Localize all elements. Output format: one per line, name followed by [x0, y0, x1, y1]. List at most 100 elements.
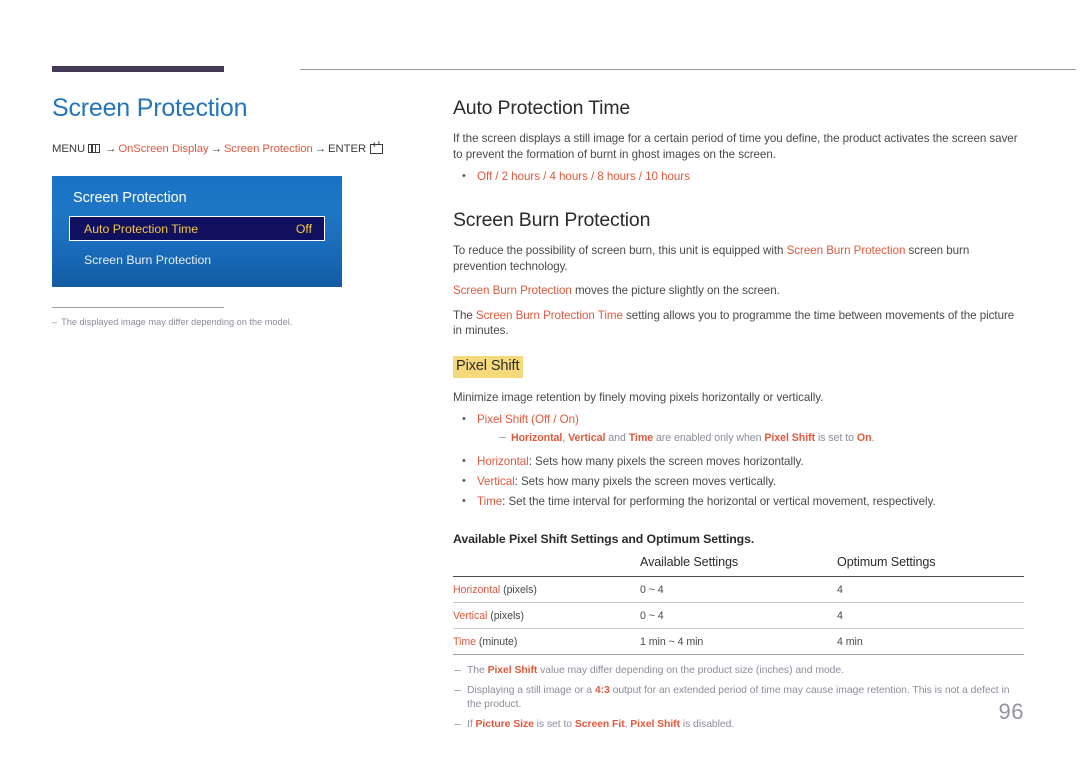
tn3-term-2: Screen Fit [574, 718, 625, 730]
ps-b3-term: Vertical [477, 475, 515, 488]
table-cell-label: Horizontal (pixels) [453, 576, 640, 603]
burn-protection-paragraph-2: Screen Burn Protection moves the picture… [453, 283, 1024, 299]
table-cell-optimum: 4 [837, 576, 1024, 603]
ps-b2-term: Horizontal [477, 455, 529, 468]
pixel-shift-settings-table: Available Settings Optimum Settings Hori… [453, 555, 1024, 655]
row-term: Time [453, 636, 476, 648]
page-title: Screen Protection [52, 94, 248, 122]
list-item: Vertical: Sets how many pixels the scree… [453, 473, 1024, 490]
ps-sub-t2: Vertical [568, 432, 606, 444]
bp-p3-a: The [453, 308, 476, 322]
left-footnote-dash: – [52, 317, 58, 327]
osd-row-screen-burn-protection[interactable]: Screen Burn Protection [69, 247, 325, 272]
osd-row-label: Screen Burn Protection [84, 252, 212, 267]
tn1-a: The [467, 665, 488, 676]
breadcrumb-arrow-3: → [314, 143, 327, 155]
bp-p1-a: To reduce the possibility of screen burn… [453, 244, 787, 257]
tail-note-3: If Picture Size is set to Screen Fit, Pi… [453, 718, 1024, 733]
list-item: Off / 2 hours / 4 hours / 8 hours / 10 h… [453, 168, 1024, 185]
table-row: Horizontal (pixels) 0 ~ 4 4 [453, 576, 1024, 603]
list-item: Time: Set the time interval for performi… [453, 493, 1024, 510]
table-head: Available Settings Optimum Settings [453, 555, 1024, 577]
table-cell-available: 0 ~ 4 [640, 576, 837, 603]
tail-note-2: Displaying a still image or a 4:3 output… [453, 684, 1024, 713]
breadcrumb-menu-label: MENU [52, 143, 86, 155]
ps-b4-text: : Set the time interval for performing t… [502, 495, 936, 508]
list-item: Horizontal: Sets how many pixels the scr… [453, 453, 1024, 470]
left-footnote: – The displayed image may differ dependin… [52, 316, 422, 329]
left-note-divider [52, 307, 224, 308]
osd-row-auto-protection-time[interactable]: Auto Protection Time Off [69, 216, 325, 241]
row-term: Horizontal [453, 584, 501, 596]
ps-b1-term: Pixel Shift [477, 413, 528, 426]
osd-menu-panel: Screen Protection Auto Protection Time O… [52, 176, 342, 287]
table-cell-label: Vertical (pixels) [453, 602, 640, 629]
table-header-row: Available Settings Optimum Settings [453, 555, 1024, 577]
tn2-term: 4:3 [594, 684, 610, 696]
header-rule-line [300, 69, 1076, 70]
table-cell-available: 0 ~ 4 [640, 602, 837, 629]
pixel-shift-heading-wrap: Pixel Shift [453, 355, 1024, 378]
osd-panel-title: Screen Protection [73, 190, 187, 206]
auto-protection-options: Off / 2 hours / 4 hours / 8 hours / 10 h… [477, 170, 690, 183]
ps-sub-t4: Pixel Shift [764, 432, 816, 444]
tn3-term-3: Pixel Shift [630, 718, 680, 730]
ps-sub-s5: . [871, 432, 875, 444]
bp-p2-term: Screen Burn Protection [453, 284, 572, 297]
ps-sub-s3: are enabled only when [653, 432, 765, 444]
ps-b3-text: : Sets how many pixels the screen moves … [514, 475, 777, 488]
row-unit: (pixels) [500, 584, 537, 596]
tn1-term: Pixel Shift [487, 665, 538, 676]
enter-key-icon [370, 140, 384, 154]
table-col-header-blank [453, 555, 640, 577]
auto-protection-options-list: Off / 2 hours / 4 hours / 8 hours / 10 h… [453, 168, 1024, 185]
breadcrumb-item-onscreen-display[interactable]: OnScreen Display [118, 143, 208, 155]
ps-sub-s4: is set to [815, 432, 857, 444]
row-term: Vertical [453, 610, 488, 622]
table-cell-optimum: 4 [837, 602, 1024, 629]
page-number: 96 [998, 699, 1024, 724]
ps-b2-text: : Sets how many pixels the screen moves … [528, 455, 804, 468]
tail-note-1: The Pixel Shift value may differ dependi… [453, 664, 1024, 679]
auto-protection-paragraph: If the screen displays a still image for… [453, 132, 1018, 161]
section-heading-auto-protection-time: Auto Protection Time [453, 97, 631, 119]
osd-row-label: Auto Protection Time [84, 221, 199, 236]
burn-protection-paragraph-1: To reduce the possibility of screen burn… [453, 243, 1024, 274]
table-cell-available: 1 min ~ 4 min [640, 628, 837, 655]
row-unit: (pixels) [487, 610, 524, 622]
table-col-header-optimum: Optimum Settings [837, 555, 936, 569]
table-cell-optimum: 4 min [837, 628, 1024, 655]
pixel-shift-subnote: Horizontal, Vertical and Time are enable… [477, 431, 1024, 446]
tn3-a: If [467, 718, 476, 730]
bp-p2-b: moves the picture slightly on the screen… [571, 284, 780, 297]
bp-p3-term: Screen Burn Protection Time [476, 308, 623, 322]
right-column: Auto Protection Time If the screen displ… [453, 96, 1024, 732]
tn1-b: value may differ depending on the produc… [537, 665, 844, 676]
section-heading-screen-burn-protection: Screen Burn Protection [453, 209, 651, 231]
section-heading-pixel-shift: Pixel Shift [453, 355, 524, 378]
ps-sub-s2: and [605, 432, 629, 444]
tn2-a: Displaying a still image or a [467, 684, 595, 696]
left-column: Screen Protection MENU → OnScreen Display →… [52, 93, 422, 329]
ps-sub-t3: Time [628, 432, 654, 444]
list-item: Pixel Shift (Off / On) Horizontal, Verti… [453, 411, 1024, 446]
osd-row-value: Off [295, 221, 312, 236]
breadcrumb-item-screen-protection[interactable]: Screen Protection [224, 143, 313, 155]
table-col-header-available: Available Settings [640, 555, 739, 569]
table-row: Vertical (pixels) 0 ~ 4 4 [453, 602, 1024, 629]
breadcrumb: MENU → OnScreen Display → Screen Protection →… [52, 140, 422, 156]
breadcrumb-arrow-2: → [210, 143, 222, 155]
table-caption: Available Pixel Shift Settings and Optim… [453, 532, 755, 546]
table-row: Time (minute) 1 min ~ 4 min 4 min [453, 628, 1024, 655]
pixel-shift-bullet-list: Pixel Shift (Off / On) Horizontal, Verti… [453, 411, 1024, 510]
tn3-b-1: is set to [533, 718, 575, 730]
pixel-shift-paragraph: Minimize image retention by finely movin… [453, 390, 824, 404]
ps-sub-t1: Horizontal [511, 432, 563, 444]
menu-grid-icon [88, 144, 101, 153]
header-rules [52, 66, 1076, 74]
bp-p1-term: Screen Burn Protection [786, 244, 906, 257]
ps-b1-values: (Off / On) [531, 413, 579, 426]
ps-b4-term: Time [477, 495, 503, 508]
tn3-term-1: Picture Size [475, 718, 534, 730]
burn-protection-paragraph-3: The Screen Burn Protection Time setting … [453, 308, 1024, 339]
